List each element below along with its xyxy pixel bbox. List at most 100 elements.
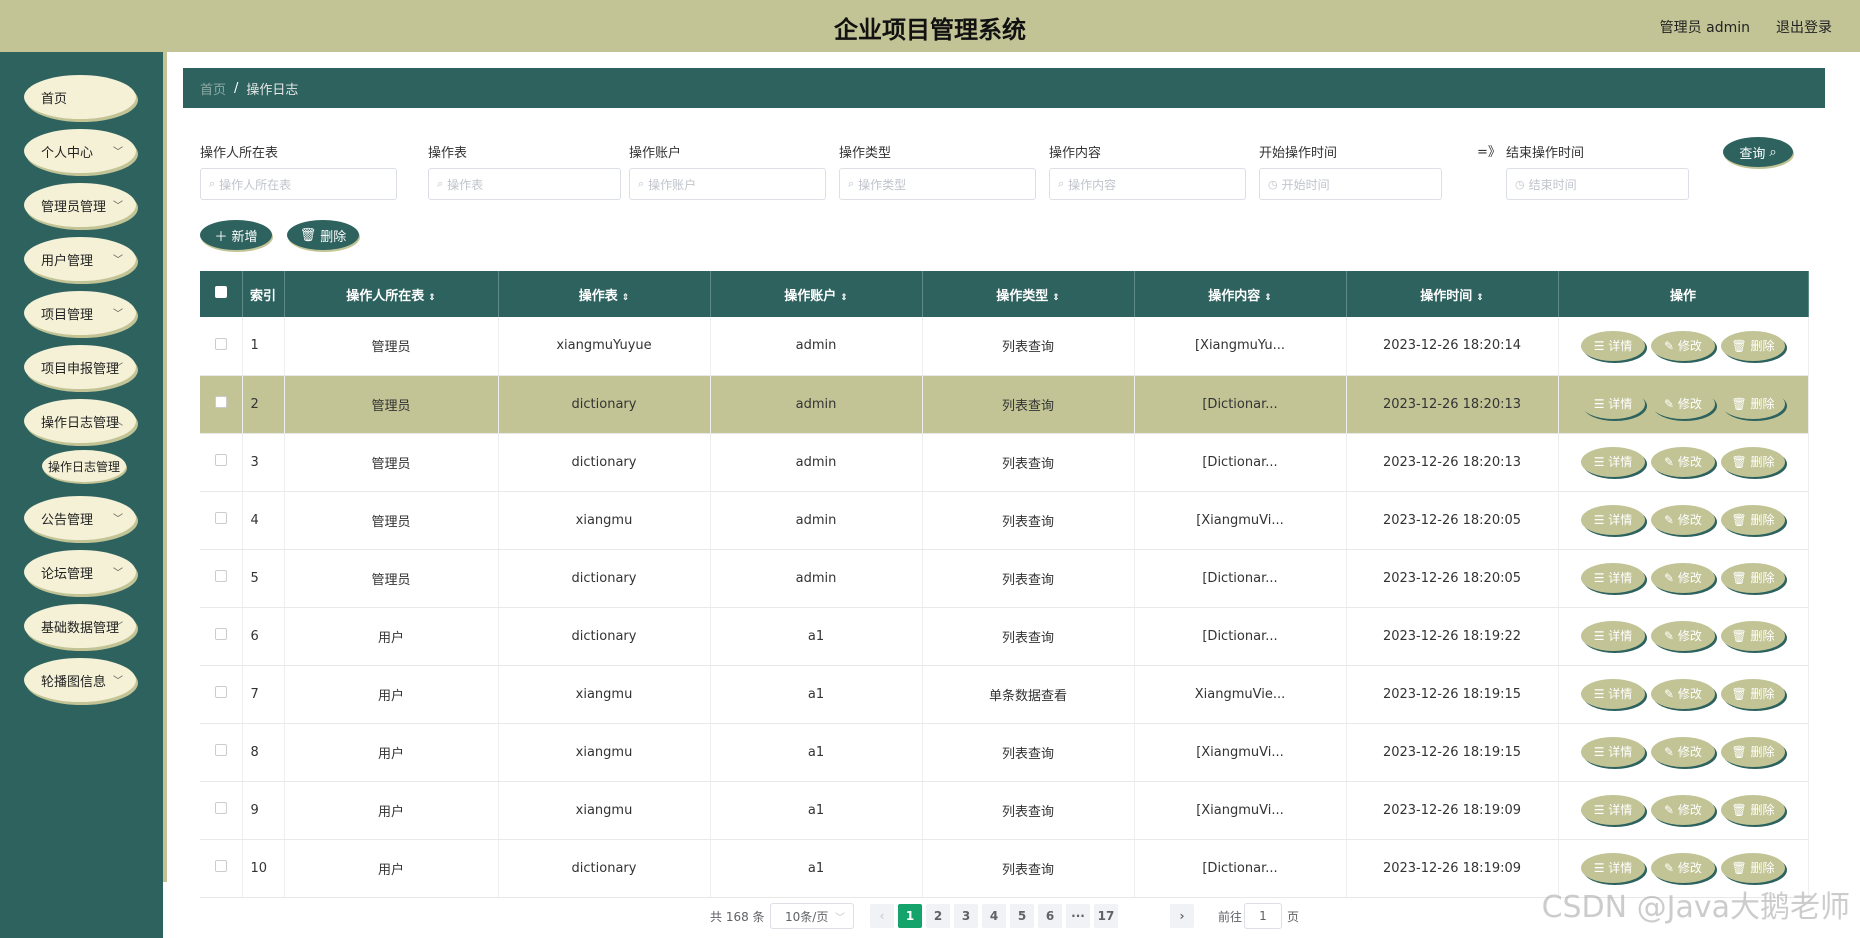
logout-link[interactable]: 退出登录 (1776, 17, 1832, 37)
edit-button[interactable]: ✎ 修改 (1651, 795, 1715, 825)
detail-button[interactable]: ☰ 详情 (1581, 447, 1645, 477)
sidebar-subitem-oplog[interactable]: 操作日志管理 (42, 450, 126, 482)
table-row[interactable]: 6 用户 dictionary a1 列表查询 [Dictionar... 2023-12-… (200, 607, 1809, 666)
edit-button[interactable]: ✎ 修改 (1651, 330, 1715, 361)
document-icon: ☰ (1593, 861, 1609, 875)
sidebar-item-project-apply[interactable]: 项目申报管理 ﹀ (24, 345, 136, 389)
sidebar-item-home[interactable]: 首页 (24, 75, 136, 119)
sort-icon[interactable]: ⇕ (1264, 293, 1272, 303)
sidebar-item-project-manage[interactable]: 项目管理 ﹀ (24, 291, 136, 335)
column-header[interactable]: 操作表 ⇕ (498, 271, 711, 317)
delete-button[interactable]: 🗑 删除 (1721, 447, 1785, 477)
detail-button[interactable]: ☰ 详情 (1581, 330, 1645, 361)
sort-icon[interactable]: ⇕ (840, 293, 848, 303)
sort-icon[interactable]: ⇕ (622, 293, 630, 303)
detail-button[interactable]: ☰ 详情 (1581, 795, 1645, 825)
edit-button[interactable]: ✎ 修改 (1651, 621, 1715, 651)
page-number-button[interactable]: 17 (1094, 904, 1118, 928)
table-row[interactable]: 1 管理员 xiangmuYuyue admin 列表查询 [XiangmuYu... 20… (200, 317, 1809, 376)
table-row[interactable]: 2 管理员 dictionary admin 列表查询 [Dictionar... 2023… (200, 375, 1809, 434)
detail-button[interactable]: ☰ 详情 (1581, 621, 1645, 651)
edit-button[interactable]: ✎ 修改 (1651, 853, 1715, 883)
sidebar-item-forum-manage[interactable]: 论坛管理 ﹀ (24, 550, 136, 594)
sort-icon[interactable]: ⇕ (1476, 293, 1484, 303)
page-size-select[interactable]: 10条/页 ﹀ (770, 903, 854, 929)
sort-icon[interactable]: ⇕ (428, 293, 436, 303)
sidebar-item-admin-manage[interactable]: 管理员管理 ﹀ (24, 183, 136, 227)
edit-button[interactable]: ✎ 修改 (1651, 447, 1715, 477)
op-type-input[interactable]: ⌕ 操作类型 (839, 168, 1036, 200)
column-header[interactable]: 操作账户 ⇕ (710, 271, 923, 317)
batch-delete-button[interactable]: 🗑 删除 (287, 220, 359, 250)
more-pages-button[interactable]: ··· (1066, 904, 1090, 928)
prev-page-button[interactable]: ‹ (870, 904, 894, 928)
delete-button[interactable]: 🗑 删除 (1721, 853, 1785, 883)
delete-button[interactable]: 🗑 删除 (1721, 389, 1785, 419)
edit-button[interactable]: ✎ 修改 (1651, 737, 1715, 767)
column-header[interactable]: 操作类型 ⇕ (922, 271, 1135, 317)
edit-button[interactable]: ✎ 修改 (1651, 679, 1715, 709)
row-checkbox[interactable] (214, 802, 227, 814)
edit-button[interactable]: ✎ 修改 (1651, 563, 1715, 593)
detail-button[interactable]: ☰ 详情 (1581, 679, 1645, 709)
select-all-checkbox[interactable] (214, 286, 227, 298)
add-button[interactable]: ＋新增 (200, 220, 272, 250)
page-number-button[interactable]: 5 (1010, 904, 1034, 928)
column-header[interactable]: 操作内容 ⇕ (1134, 271, 1347, 317)
delete-button[interactable]: 🗑 删除 (1721, 621, 1785, 651)
delete-button[interactable]: 🗑 删除 (1721, 737, 1785, 767)
detail-button[interactable]: ☰ 详情 (1581, 737, 1645, 767)
table-cell: 单条数据查看 (922, 665, 1135, 724)
detail-button[interactable]: ☰ 详情 (1581, 563, 1645, 593)
sidebar-item-user-manage[interactable]: 用户管理 ﹀ (24, 237, 136, 281)
page-number-button[interactable]: 4 (982, 904, 1006, 928)
table-row[interactable]: 4 管理员 xiangmu admin 列表查询 [XiangmuVi... 2023-12… (200, 491, 1809, 550)
edit-button[interactable]: ✎ 修改 (1651, 389, 1715, 419)
column-header[interactable]: 操作人所在表 ⇕ (284, 271, 499, 317)
row-checkbox[interactable] (214, 686, 227, 698)
detail-button[interactable]: ☰ 详情 (1581, 505, 1645, 535)
delete-button[interactable]: 🗑 删除 (1721, 505, 1785, 535)
start-time-input[interactable]: ◷ 开始时间 (1259, 168, 1442, 200)
table-row[interactable]: 3 管理员 dictionary admin 列表查询 [Dictionar... 2023… (200, 433, 1809, 492)
delete-button[interactable]: 🗑 删除 (1721, 330, 1785, 361)
table-row[interactable]: 8 用户 xiangmu a1 列表查询 [XiangmuVi... 2023-12-26 … (200, 723, 1809, 782)
delete-button[interactable]: 🗑 删除 (1721, 795, 1785, 825)
column-header[interactable]: 操作时间 ⇕ (1346, 271, 1559, 317)
table-row[interactable]: 7 用户 xiangmu a1 单条数据查看 XiangmuVie... 2023-12-2… (200, 665, 1809, 724)
page-number-button[interactable]: 2 (926, 904, 950, 928)
row-checkbox[interactable] (214, 512, 227, 524)
detail-button[interactable]: ☰ 详情 (1581, 389, 1645, 419)
page-number-button[interactable]: 1 (898, 904, 922, 928)
delete-button[interactable]: 🗑 删除 (1721, 679, 1785, 709)
row-checkbox[interactable] (214, 570, 227, 582)
row-checkbox[interactable] (214, 337, 227, 350)
detail-button[interactable]: ☰ 详情 (1581, 853, 1645, 883)
op-table-input[interactable]: ⌕ 操作表 (428, 168, 621, 200)
goto-page-input[interactable]: 1 (1244, 903, 1282, 929)
delete-button[interactable]: 🗑 删除 (1721, 563, 1785, 593)
sidebar-item-notice-manage[interactable]: 公告管理 ﹀ (24, 496, 136, 540)
table-row[interactable]: 9 用户 xiangmu a1 列表查询 [XiangmuVi... 2023-12-26 … (200, 781, 1809, 840)
op-account-input[interactable]: ⌕ 操作账户 (629, 168, 826, 200)
edit-button[interactable]: ✎ 修改 (1651, 505, 1715, 535)
sidebar-item-oplog-manage[interactable]: 操作日志管理 ︿ (24, 399, 136, 443)
table-row[interactable]: 5 管理员 dictionary admin 列表查询 [Dictionar... 2023… (200, 549, 1809, 608)
sidebar-item-carousel[interactable]: 轮播图信息 ﹀ (24, 658, 136, 702)
search-button[interactable]: 查询 ⌕ (1723, 137, 1793, 167)
user-table-input[interactable]: ⌕ 操作人所在表 (200, 168, 397, 200)
row-checkbox[interactable] (214, 860, 227, 872)
sidebar-item-base-data[interactable]: 基础数据管理 ﹀ (24, 604, 136, 648)
op-content-input[interactable]: ⌕ 操作内容 (1049, 168, 1246, 200)
breadcrumb-home[interactable]: 首页 (200, 79, 226, 98)
row-checkbox[interactable] (214, 454, 227, 466)
sidebar-item-profile[interactable]: 个人中心 ﹀ (24, 129, 136, 173)
sort-icon[interactable]: ⇕ (1052, 293, 1060, 303)
row-checkbox[interactable] (214, 396, 227, 408)
page-number-button[interactable]: 6 (1038, 904, 1062, 928)
next-page-button[interactable]: › (1170, 904, 1194, 928)
row-checkbox[interactable] (214, 744, 227, 756)
row-checkbox[interactable] (214, 628, 227, 640)
end-time-input[interactable]: ◷ 结束时间 (1506, 168, 1689, 200)
page-number-button[interactable]: 3 (954, 904, 978, 928)
